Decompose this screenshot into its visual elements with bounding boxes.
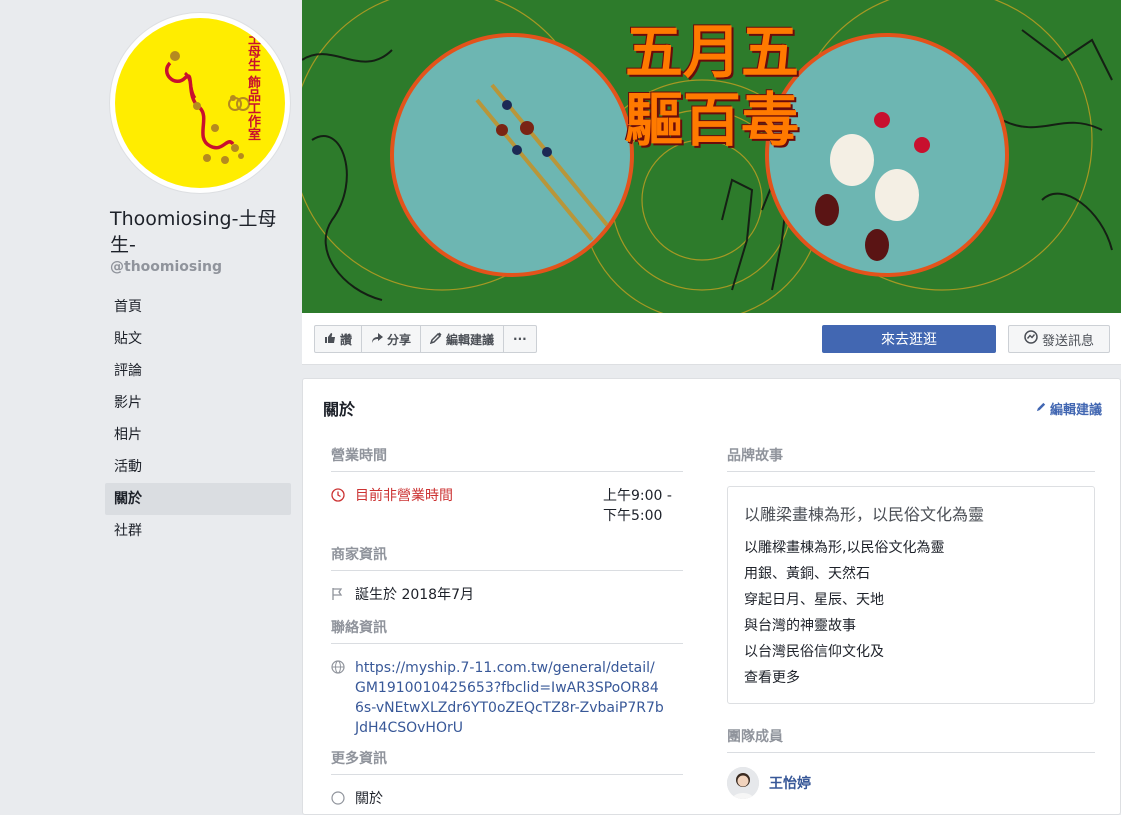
story-line: 用銀、黃銅、天然石 — [744, 566, 870, 582]
story-line: 以台灣民俗信仰文化及 — [744, 644, 884, 660]
story-line: 與台灣的神靈故事 — [744, 618, 856, 634]
brand-story-card[interactable]: 以雕梁畫棟為形，以民俗文化為靈 以雕樑畫棟為形,以民俗文化為靈 用銀、黃銅、天然… — [727, 486, 1095, 704]
nav-item-videos[interactable]: 影片 — [105, 387, 291, 419]
flag-icon — [331, 585, 355, 607]
edit-suggest-label: 編輯建議 — [446, 332, 495, 347]
messenger-icon — [1024, 330, 1038, 348]
hours-row: 目前非營業時間 上午9:00 - 下午5:00 — [331, 486, 683, 526]
shop-now-button[interactable]: 來去逛逛 — [822, 325, 996, 353]
edit-suggest-button[interactable]: 編輯建議 — [421, 326, 505, 352]
about-edit-label: 編輯建議 — [1049, 403, 1102, 418]
about-edit-link[interactable]: 編輯建議 — [1036, 399, 1102, 418]
page-action-bar: 讚 分享 編輯建議 ··· 來去逛逛 發送訊息 — [302, 313, 1121, 365]
nav-item-reviews[interactable]: 評論 — [105, 355, 291, 387]
hours-heading: 營業時間 — [331, 445, 683, 472]
nav-item-posts[interactable]: 貼文 — [105, 323, 291, 355]
send-message-button[interactable]: 發送訊息 — [1008, 325, 1110, 353]
pencil-icon — [429, 331, 442, 347]
more-options-button[interactable]: ··· — [504, 326, 536, 352]
clock-icon — [331, 486, 355, 526]
logo-text: 土母生 飾品工作室 — [245, 32, 260, 141]
hours-range: 上午9:00 - 下午5:00 — [603, 486, 683, 526]
about-right-column: 品牌故事 以雕梁畫棟為形，以民俗文化為靈 以雕樑畫棟為形,以民俗文化為靈 用銀、… — [727, 445, 1095, 799]
story-title: 以雕梁畫棟為形，以民俗文化為靈 — [744, 505, 985, 524]
like-label: 讚 — [340, 332, 353, 347]
hours-status: 目前非營業時間 — [355, 488, 453, 504]
member-avatar[interactable] — [727, 767, 759, 799]
story-heading: 品牌故事 — [727, 445, 1095, 472]
share-arrow-icon — [371, 332, 384, 347]
thumbs-up-icon — [324, 332, 336, 347]
more-info-heading: 更多資訊 — [331, 748, 683, 775]
nav-item-photos[interactable]: 相片 — [105, 419, 291, 451]
left-sidebar: 土母生 飾品工作室 Thoomiosing-土母生- @thoomiosing … — [0, 0, 302, 815]
business-heading: 商家資訊 — [331, 544, 683, 571]
send-message-label: 發送訊息 — [1041, 333, 1094, 349]
website-row: https://myship.7-11.com.tw/general/detai… — [331, 658, 683, 738]
team-member[interactable]: 王怡婷 — [727, 767, 1095, 799]
share-label: 分享 — [387, 332, 412, 347]
founded-text: 誕生於 2018年7月 — [355, 587, 474, 603]
story-line: 以雕樑畫棟為形,以民俗文化為靈 — [744, 540, 945, 556]
contact-heading: 聯絡資訊 — [331, 617, 683, 644]
nav-item-community[interactable]: 社群 — [105, 515, 291, 547]
founded-row: 誕生於 2018年7月 — [331, 585, 683, 607]
page-nav: 首頁 貼文 評論 影片 相片 活動 關於 社群 — [105, 291, 291, 547]
story-line: 穿起日月、星辰、天地 — [744, 592, 884, 608]
logo-image: 土母生 飾品工作室 — [115, 18, 285, 188]
member-name[interactable]: 王怡婷 — [769, 773, 811, 793]
pencil-icon — [1036, 401, 1047, 416]
cover-headline-line2: 驅百毒 — [624, 86, 799, 154]
page-name[interactable]: Thoomiosing-土母生- — [110, 206, 290, 258]
nav-item-home[interactable]: 首頁 — [105, 291, 291, 323]
more-info-row: 關於 — [331, 789, 683, 811]
like-button[interactable]: 讚 — [315, 326, 363, 352]
more-dots-icon: ··· — [513, 332, 527, 346]
about-title: 關於 — [323, 400, 356, 419]
hours-range-line2: 下午5:00 — [603, 508, 663, 524]
info-icon — [331, 789, 355, 811]
page-avatar[interactable]: 土母生 飾品工作室 — [110, 13, 290, 193]
more-info-item: 關於 — [355, 791, 383, 807]
about-left-column: 營業時間 目前非營業時間 上午9:00 - 下午5:00 商家資訊 誕生於 20… — [331, 445, 683, 811]
about-card: 關於 編輯建議 營業時間 目前非營業時間 上午9:00 - 下午5:00 商家資… — [302, 378, 1121, 815]
nav-item-events[interactable]: 活動 — [105, 451, 291, 483]
share-button[interactable]: 分享 — [362, 326, 422, 352]
globe-icon — [331, 658, 355, 738]
cover-headline: 五月五 驅百毒 — [607, 18, 817, 154]
hours-range-line1: 上午9:00 - — [603, 488, 672, 504]
cover-photo[interactable]: 五月五 驅百毒 — [302, 0, 1121, 313]
nav-item-about[interactable]: 關於 — [105, 483, 291, 515]
team-heading: 團隊成員 — [727, 726, 1095, 753]
website-link[interactable]: https://myship.7-11.com.tw/general/detai… — [355, 658, 665, 738]
action-button-group: 讚 分享 編輯建議 ··· — [314, 325, 537, 353]
page-handle[interactable]: @thoomiosing — [110, 259, 222, 275]
see-more-link[interactable]: 查看更多 — [744, 665, 1078, 691]
cover-headline-line1: 五月五 — [624, 18, 799, 86]
